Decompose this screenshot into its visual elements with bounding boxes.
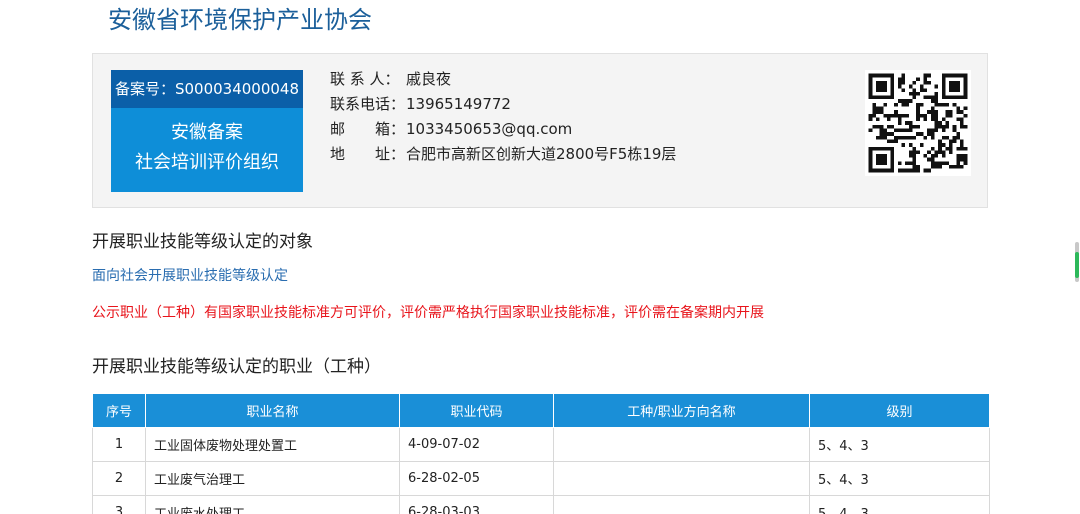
cell-occupation-code: 6-28-03-03 (399, 495, 554, 514)
cell-level: 5、4、3 (809, 461, 990, 496)
cell-direction (553, 461, 810, 496)
contact-email-label: 邮 箱： (330, 120, 406, 138)
org-title: 安徽省环境保护产业协会 (108, 6, 372, 34)
column-header-level: 级别 (809, 393, 990, 428)
target-section-title: 开展职业技能等级认定的对象 (92, 232, 313, 252)
cell-level: 5、4、3 (809, 427, 990, 462)
badge-line-1: 安徽备案 (171, 122, 243, 143)
occupation-table: 序号 职业名称 职业代码 工种/职业方向名称 级别 1 工业固体废物处理处置工 … (92, 393, 990, 514)
column-header-name: 职业名称 (145, 393, 400, 428)
contact-info: 联 系 人： 戚良夜 联系电话： 13965149772 邮 箱： 103345… (330, 67, 676, 167)
contact-phone-value: 13965149772 (406, 95, 511, 113)
contact-person-label: 联 系 人： (330, 70, 400, 88)
contact-phone-label: 联系电话： (330, 95, 406, 113)
cell-occupation-code: 6-28-02-05 (399, 461, 554, 496)
evaluation-notice: 公示职业（工种）有国家职业技能标准方可评价，评价需严格执行国家职业技能标准，评价… (92, 305, 764, 321)
cell-occupation-code: 4-09-07-02 (399, 427, 554, 462)
contact-person-value: 戚良夜 (406, 70, 452, 88)
contact-address-label: 地 址： (330, 145, 406, 163)
contact-email-row: 邮 箱： 1033450653@qq.com (330, 117, 676, 142)
cell-occupation-name: 工业废气治理工 (145, 461, 400, 496)
page-scrollbar[interactable] (1072, 0, 1080, 514)
cell-direction (553, 495, 810, 514)
contact-person-row: 联 系 人： 戚良夜 (330, 67, 676, 92)
badge-description: 安徽备案 社会培训评价组织 (111, 108, 303, 178)
record-number: 备案号：S000034000048 (111, 70, 303, 108)
cell-occupation-name: 工业固体废物处理处置工 (145, 427, 400, 462)
contact-address-value: 合肥市高新区创新大道2800号F5栋19层 (406, 145, 677, 163)
cell-direction (553, 427, 810, 462)
info-card: 备案号：S000034000048 安徽备案 社会培训评价组织 联 系 人： 戚… (92, 53, 988, 208)
record-badge: 备案号：S000034000048 安徽备案 社会培训评价组织 (111, 70, 303, 192)
cell-seq: 3 (92, 495, 146, 514)
cell-occupation-name: 工业废水处理工 (145, 495, 400, 514)
occupation-section-title: 开展职业技能等级认定的职业（工种） (92, 357, 381, 377)
column-header-direction: 工种/职业方向名称 (553, 393, 810, 428)
column-header-seq: 序号 (92, 393, 146, 428)
contact-phone-row: 联系电话： 13965149772 (330, 92, 676, 117)
table-row: 1 工业固体废物处理处置工 4-09-07-02 5、4、3 (92, 427, 990, 462)
page: 安徽省环境保护产业协会 备案号：S000034000048 安徽备案 社会培训评… (0, 0, 1080, 514)
cell-seq: 2 (92, 461, 146, 496)
table-header-row: 序号 职业名称 职业代码 工种/职业方向名称 级别 (92, 393, 990, 428)
badge-line-2: 社会培训评价组织 (135, 152, 279, 173)
table-row: 3 工业废水处理工 6-28-03-03 5、4、3 (92, 495, 990, 514)
cell-seq: 1 (92, 427, 146, 462)
qr-code-icon (865, 70, 971, 176)
contact-address-row: 地 址： 合肥市高新区创新大道2800号F5栋19层 (330, 142, 676, 167)
contact-email-value: 1033450653@qq.com (406, 120, 573, 138)
target-description: 面向社会开展职业技能等级认定 (92, 268, 288, 284)
scrollbar-thumb-accent (1075, 252, 1079, 278)
cell-level: 5、4、3 (809, 495, 990, 514)
column-header-code: 职业代码 (399, 393, 554, 428)
table-row: 2 工业废气治理工 6-28-02-05 5、4、3 (92, 461, 990, 496)
